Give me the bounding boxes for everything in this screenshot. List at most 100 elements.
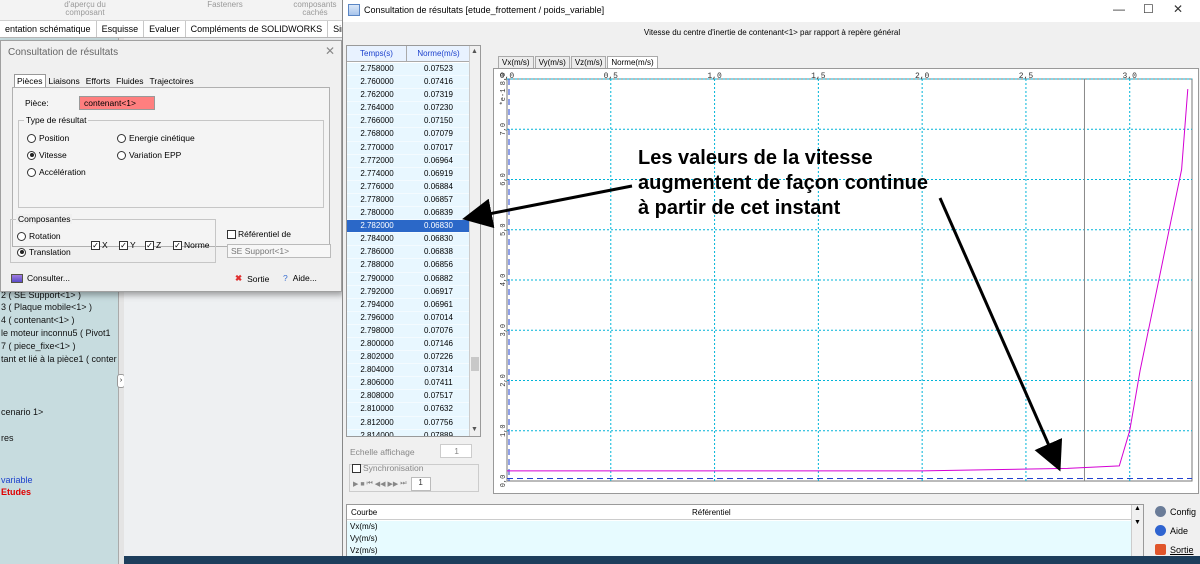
forward-icon[interactable]: ▶▶ bbox=[388, 480, 399, 488]
stop-icon[interactable]: ■ bbox=[360, 481, 364, 488]
speed-input[interactable]: 1 bbox=[410, 477, 431, 491]
radio-energie[interactable]: Energie cinétique bbox=[117, 133, 195, 143]
back-icon[interactable]: ◀◀ bbox=[375, 480, 386, 488]
table-row[interactable]: 2.810000 0.07632 bbox=[347, 403, 470, 417]
referentiel-checkbox[interactable]: Référentiel de bbox=[227, 229, 291, 239]
tab-liaisons[interactable]: Liaisons bbox=[46, 74, 83, 88]
tree-item[interactable]: 4 ( contenant<1> ) bbox=[1, 315, 75, 325]
ribbon-item[interactable]: d'aperçu du composant bbox=[50, 1, 120, 17]
consulter-button[interactable]: Consulter... bbox=[11, 273, 70, 283]
table-row[interactable]: 2.804000 0.07314 bbox=[347, 364, 470, 378]
tree-item[interactable]: le moteur inconnu5 ( Pivot1 bbox=[1, 328, 111, 338]
table-row[interactable]: 2.798000 0.07076 bbox=[347, 324, 470, 338]
table-row[interactable]: 2.766000 0.07150 bbox=[347, 115, 470, 129]
tab-norme[interactable]: Norme(m/s) bbox=[607, 56, 658, 68]
exit-button[interactable]: Sortie bbox=[1155, 544, 1194, 555]
radio-translation[interactable]: Translation bbox=[17, 247, 71, 257]
table-row[interactable]: 2.786000 0.06838 bbox=[347, 246, 470, 260]
table-row[interactable]: 2.768000 0.07079 bbox=[347, 128, 470, 142]
piece-field[interactable]: contenant<1> bbox=[79, 96, 155, 110]
play-icon[interactable]: ▶ bbox=[353, 480, 358, 488]
ribbon-item[interactable]: Fasteners bbox=[195, 1, 255, 9]
tab-efforts[interactable]: Efforts bbox=[83, 74, 113, 88]
tab-fluides[interactable]: Fluides bbox=[113, 74, 146, 88]
ribbon-item[interactable]: composants cachés bbox=[290, 1, 340, 17]
tree-item[interactable]: variable bbox=[1, 475, 33, 485]
table-row[interactable]: 2.812000 0.07756 bbox=[347, 416, 470, 430]
check-x[interactable]: ✓ X bbox=[91, 240, 108, 250]
referentiel-field[interactable]: SE Support<1> bbox=[227, 244, 331, 258]
tab-schematic[interactable]: entation schématique bbox=[0, 21, 97, 37]
tree-item[interactable]: 3 ( Plaque mobile<1> ) bbox=[1, 302, 92, 312]
table-row[interactable]: 2.760000 0.07416 bbox=[347, 76, 470, 90]
table-row[interactable]: 2.774000 0.06919 bbox=[347, 167, 470, 181]
curves-header-curve[interactable]: Courbe bbox=[351, 508, 377, 517]
sync-checkbox[interactable]: Synchronisation bbox=[352, 463, 423, 473]
column-header-norme[interactable]: Norme(m/s) bbox=[407, 46, 470, 61]
tree-item[interactable]: tant et lié à la pièce1 ( conter bbox=[1, 354, 117, 364]
table-row[interactable]: 2.796000 0.07014 bbox=[347, 311, 470, 325]
config-button[interactable]: Config bbox=[1155, 506, 1196, 517]
tab-pieces[interactable]: Pièces bbox=[14, 74, 46, 88]
table-row[interactable]: 2.762000 0.07319 bbox=[347, 89, 470, 103]
check-norme[interactable]: ✓ Norme bbox=[173, 240, 210, 250]
table-row[interactable]: 2.780000 0.06839 bbox=[347, 207, 470, 221]
table-row[interactable]: 2.772000 0.06964 bbox=[347, 154, 470, 168]
radio-position[interactable]: Position bbox=[27, 133, 69, 143]
table-row[interactable]: 2.770000 0.07017 bbox=[347, 141, 470, 155]
radio-acceleration[interactable]: Accélération bbox=[27, 167, 86, 177]
curves-scrollbar[interactable]: ▲ ▼ bbox=[1131, 505, 1143, 559]
tab-simulation[interactable]: Simul bbox=[328, 21, 342, 37]
check-y[interactable]: ✓ Y bbox=[119, 240, 136, 250]
chart-area[interactable]: 0,0 0,5 1,0 1,5 2,0 2,5 3,0 0,0 1,0 2,0 3,0 4,0 5,0 6… bbox=[493, 68, 1199, 494]
list-item[interactable]: Vx(m/s) bbox=[347, 521, 1132, 533]
curves-header-ref[interactable]: Référentiel bbox=[692, 508, 731, 517]
tree-item[interactable]: Etudes bbox=[1, 487, 31, 497]
table-row[interactable]: 2.814000 0.07889 bbox=[347, 429, 470, 436]
close-icon[interactable]: ✕ bbox=[325, 44, 335, 58]
tab-sketch[interactable]: Esquisse bbox=[97, 21, 145, 37]
radio-rotation[interactable]: Rotation bbox=[17, 231, 61, 241]
scroll-thumb[interactable] bbox=[471, 357, 479, 371]
help-button[interactable]: Aide bbox=[1155, 525, 1188, 536]
table-row[interactable]: 2.788000 0.06856 bbox=[347, 259, 470, 273]
tab-trajectoires[interactable]: Trajectoires bbox=[147, 74, 197, 88]
tab-addins[interactable]: Compléments de SOLIDWORKS bbox=[186, 21, 329, 37]
tree-item[interactable]: res bbox=[1, 433, 14, 443]
check-z[interactable]: ✓ Z bbox=[145, 240, 161, 250]
table-scrollbar[interactable]: ▲ ▼ bbox=[469, 46, 480, 436]
column-header-time[interactable]: Temps(s) bbox=[347, 46, 407, 61]
scroll-down-icon[interactable]: ▼ bbox=[471, 426, 478, 433]
aide-button[interactable]: ? Aide... bbox=[283, 273, 317, 283]
radio-vitesse[interactable]: Vitesse bbox=[27, 150, 67, 160]
tab-evaluate[interactable]: Evaluer bbox=[144, 21, 186, 37]
table-row[interactable]: 2.802000 0.07226 bbox=[347, 351, 470, 365]
maximize-icon[interactable]: ☐ bbox=[1143, 2, 1154, 16]
table-row[interactable]: 2.782000 0.06830 bbox=[347, 220, 470, 234]
table-row[interactable]: 2.758000 0.07523 bbox=[347, 63, 470, 77]
tab-vy[interactable]: Vy(m/s) bbox=[534, 56, 570, 68]
table-row[interactable]: 2.776000 0.06884 bbox=[347, 180, 470, 194]
table-row[interactable]: 2.792000 0.06917 bbox=[347, 285, 470, 299]
rewind-icon[interactable]: ⏮ bbox=[367, 480, 373, 488]
table-row[interactable]: 2.784000 0.06830 bbox=[347, 233, 470, 247]
minimize-icon[interactable]: — bbox=[1113, 2, 1125, 16]
close-icon[interactable]: ✕ bbox=[1173, 2, 1183, 16]
scale-input[interactable]: 1 bbox=[440, 444, 472, 458]
velocity-chart[interactable]: 0,0 0,5 1,0 1,5 2,0 2,5 3,00,01,02,03,04,05,06… bbox=[494, 69, 1198, 493]
table-row[interactable]: 2.806000 0.07411 bbox=[347, 377, 470, 391]
tree-item[interactable]: 7 ( piece_fixe<1> ) bbox=[1, 341, 76, 351]
table-row[interactable]: 2.790000 0.06882 bbox=[347, 272, 470, 286]
tab-vz[interactable]: Vz(m/s) bbox=[570, 56, 607, 68]
end-icon[interactable]: ⏭ bbox=[400, 480, 406, 488]
radio-variation-epp[interactable]: Variation EPP bbox=[117, 150, 181, 160]
table-row[interactable]: 2.800000 0.07146 bbox=[347, 337, 470, 352]
table-row[interactable]: 2.764000 0.07230 bbox=[347, 102, 470, 116]
list-item[interactable]: Vy(m/s) bbox=[347, 533, 1132, 545]
scroll-up-icon[interactable]: ▲ bbox=[471, 48, 478, 55]
table-row[interactable]: 2.808000 0.07517 bbox=[347, 390, 470, 404]
tab-vx[interactable]: Vx(m/s) bbox=[498, 56, 534, 68]
tree-item[interactable]: cenario 1> bbox=[1, 407, 43, 417]
sortie-button[interactable]: ✖ Sortie bbox=[235, 273, 269, 284]
table-row[interactable]: 2.778000 0.06857 bbox=[347, 193, 470, 208]
